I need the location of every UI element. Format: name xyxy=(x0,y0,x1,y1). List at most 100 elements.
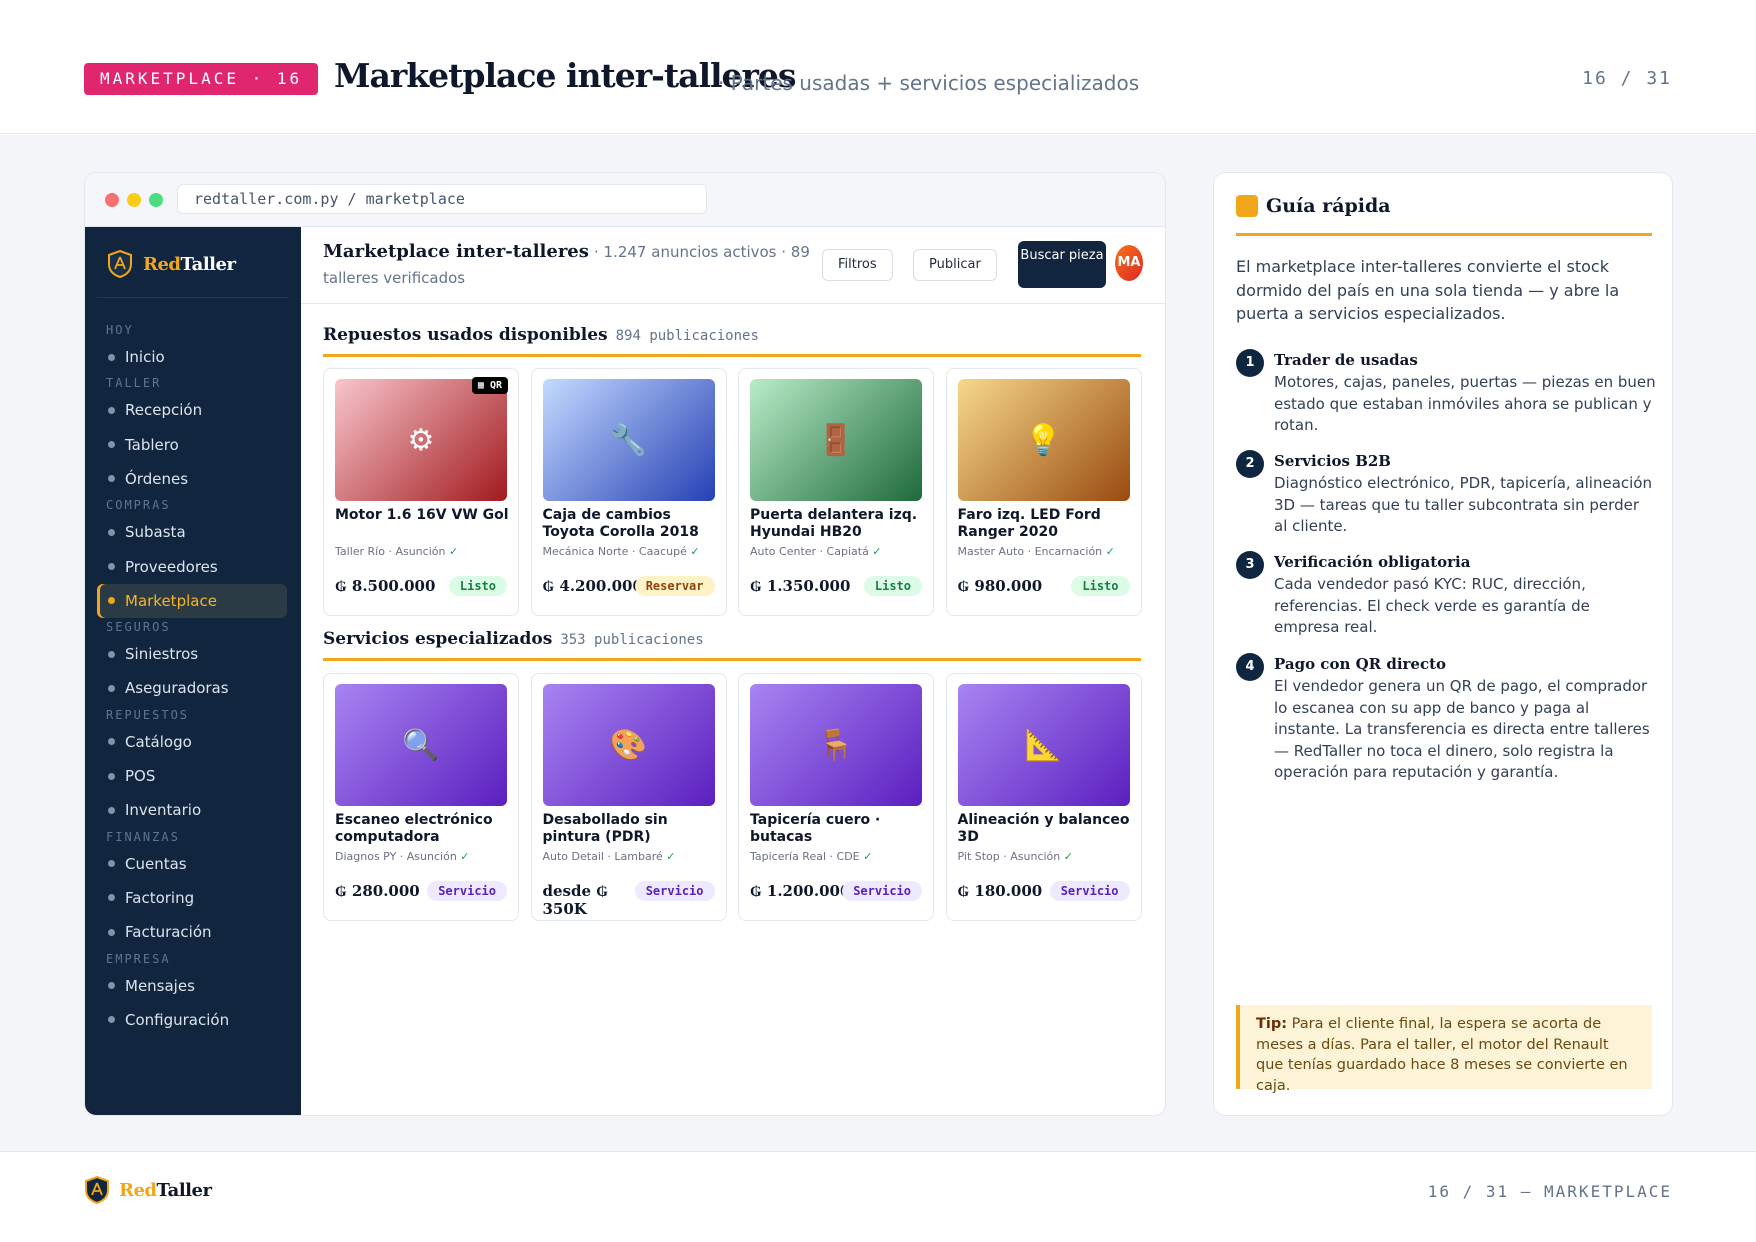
bullet-dot-icon xyxy=(108,738,115,746)
address-bar[interactable]: redtaller.com.py / marketplace xyxy=(177,184,707,214)
card-price: ₲ 980.000 xyxy=(957,577,1043,595)
sidebar-brand[interactable]: RedTaller xyxy=(107,249,236,279)
bullet-dot-icon xyxy=(108,441,115,449)
window-close-dot[interactable] xyxy=(105,193,119,207)
bullet-dot-icon xyxy=(108,806,115,814)
status-badge[interactable]: Servicio xyxy=(1049,881,1130,901)
card-image: 🔧 xyxy=(542,379,715,501)
part-card[interactable]: ⚙ ▦ QR Motor 1.6 16V VW Gol Taller Río · As… xyxy=(323,368,519,616)
step-body: El vendedor genera un QR de pago, el com… xyxy=(1274,677,1650,781)
card-image: 🚪 xyxy=(750,379,922,501)
filters-button[interactable]: Filtros xyxy=(822,249,893,281)
bullet-dot-icon xyxy=(108,982,115,989)
sidebar-section-label: HOY xyxy=(106,323,134,337)
sidebar-item-tablero[interactable]: Tablero xyxy=(97,428,287,462)
tip-label: Tip: xyxy=(1256,1016,1288,1032)
service-card[interactable]: 📐 Alineación y balanceo 3D Pit Stop · Asun… xyxy=(945,673,1142,921)
sidebar-item-configuracion[interactable]: Configuración xyxy=(97,1003,287,1037)
sidebar-item-label: POS xyxy=(125,767,156,785)
card-image: 🔍 xyxy=(335,684,507,806)
bullet-dot-icon xyxy=(108,684,115,692)
sidebar-item-facturacion[interactable]: Facturación xyxy=(97,915,287,949)
verified-check-icon: ✓ xyxy=(868,545,882,558)
used-parts-title: Repuestos usados disponibles xyxy=(323,325,608,345)
sidebar-item-mensajes[interactable]: Mensajes xyxy=(97,969,287,1003)
sidebar-item-label: Inventario xyxy=(125,801,202,820)
service-card[interactable]: 🔍 Escaneo electrónico computadora Diagnos … xyxy=(323,673,519,921)
window-maximize-dot[interactable] xyxy=(149,193,163,207)
part-card[interactable]: 🔧 Caja de cambios Toyota Corolla 2018 Mecá… xyxy=(530,368,727,616)
sidebar-item-marketplace[interactable]: Marketplace xyxy=(97,583,287,618)
sidebar-item-inventario[interactable]: Inventario xyxy=(97,793,287,827)
card-price: ₲ 280.000 xyxy=(335,882,420,900)
sidebar-item-proveedores[interactable]: Proveedores xyxy=(97,550,287,584)
sidebar-item-pos[interactable]: POS xyxy=(97,759,287,793)
bullet-dot-icon xyxy=(108,353,115,361)
guide-title: Guía rápida xyxy=(1266,195,1391,217)
card-title[interactable]: Faro izq. LED Ford Ranger 2020 xyxy=(958,507,1134,541)
sidebar-item-factoring[interactable]: Factoring xyxy=(97,881,287,915)
app-main: Marketplace inter-talleres · 1.247 anunc… xyxy=(301,227,1165,1115)
service-card[interactable]: 🪑 Tapicería cuero · butacas Tapicería Real… xyxy=(738,673,934,921)
window-minimize-dot[interactable] xyxy=(127,193,141,207)
step-title: Verificación obligatoria xyxy=(1274,553,1471,571)
status-badge[interactable]: Listo xyxy=(863,576,922,596)
sidebar-item-label: Recepción xyxy=(125,401,203,420)
card-seller: Auto Detail · Lambaré ✓ xyxy=(543,850,723,863)
qr-badge[interactable]: ▦ QR xyxy=(471,377,508,394)
step-title: Pago con QR directo xyxy=(1274,655,1447,673)
bullet-dot-icon xyxy=(108,597,115,605)
step-number: 4 xyxy=(1236,653,1264,681)
card-title[interactable]: Tapicería cuero · butacas xyxy=(750,812,926,846)
sidebar-item-label: Aseguradoras xyxy=(125,679,229,698)
divider xyxy=(97,297,289,298)
status-badge[interactable]: Listo xyxy=(448,576,507,596)
avatar[interactable]: MA xyxy=(1115,245,1143,281)
page-counter: 16 / 31 xyxy=(1582,68,1672,89)
shield-logo-icon xyxy=(108,250,132,278)
card-title[interactable]: Puerta delantera izq. Hyundai HB20 xyxy=(750,507,926,541)
card-title[interactable]: Motor 1.6 16V VW Gol xyxy=(335,507,511,524)
card-price: desde ₲ 350K xyxy=(542,882,608,918)
status-badge[interactable]: Listo xyxy=(1071,576,1130,596)
search-part-button[interactable]: Buscar pieza xyxy=(1018,241,1106,288)
card-seller: Pit Stop · Asunción ✓ xyxy=(958,850,1138,863)
sidebar-item-label: Factoring xyxy=(125,888,195,907)
sidebar-item-label: Mensajes xyxy=(125,976,195,995)
sidebar-item-siniestros[interactable]: Siniestros xyxy=(97,637,287,671)
card-image: 📐 xyxy=(957,684,1130,806)
sidebar-item-recepcion[interactable]: Recepción xyxy=(97,393,287,427)
card-image: ⚙ ▦ QR xyxy=(335,377,508,501)
status-badge[interactable]: Reservar xyxy=(634,576,715,596)
sidebar-item-inicio[interactable]: Inicio xyxy=(97,340,287,374)
service-card[interactable]: 🎨 Desabollado sin pintura (PDR) Auto Detai… xyxy=(530,673,727,921)
quick-guide-panel: Guía rápida El marketplace inter-tallere… xyxy=(1213,172,1673,1116)
status-badge[interactable]: Servicio xyxy=(634,881,715,901)
sidebar-item-label: Siniestros xyxy=(125,645,199,664)
status-badge[interactable]: Servicio xyxy=(427,881,507,901)
sidebar-item-aseguradoras[interactable]: Aseguradoras xyxy=(97,671,287,705)
guide-divider xyxy=(1236,233,1652,236)
sidebar-item-cuentas[interactable]: Cuentas xyxy=(97,847,287,881)
card-title[interactable]: Caja de cambios Toyota Corolla 2018 xyxy=(543,507,719,541)
card-seller: Tapicería Real · CDE ✓ xyxy=(750,850,930,863)
card-title[interactable]: Escaneo electrónico computadora xyxy=(335,812,511,846)
verified-check-icon: ✓ xyxy=(662,850,676,863)
card-title[interactable]: Alineación y balanceo 3D xyxy=(958,812,1134,846)
app-title-block: Marketplace inter-talleres · 1.247 anunc… xyxy=(323,239,823,291)
sidebar-item-label: Cuentas xyxy=(125,854,187,873)
bullet-dot-icon xyxy=(108,406,115,414)
part-card[interactable]: 💡 Faro izq. LED Ford Ranger 2020 Master Au… xyxy=(945,368,1142,616)
sidebar-item-ordenes[interactable]: Órdenes xyxy=(97,462,287,496)
card-image: 💡 xyxy=(957,379,1130,501)
sidebar-item-catalogo[interactable]: Catálogo xyxy=(97,725,287,759)
sidebar-item-label: Marketplace xyxy=(125,591,217,610)
publish-button[interactable]: Publicar xyxy=(913,249,997,281)
app-topbar: Marketplace inter-talleres · 1.247 anunc… xyxy=(301,227,1165,304)
card-title[interactable]: Desabollado sin pintura (PDR) xyxy=(543,812,719,846)
sidebar-item-subasta[interactable]: Subasta xyxy=(97,515,287,549)
sidebar-section-label: COMPRAS xyxy=(106,498,171,513)
part-card[interactable]: 🚪 Puerta delantera izq. Hyundai HB20 Auto … xyxy=(738,368,934,616)
seller-name: Auto Center · Capiatá xyxy=(750,545,869,558)
status-badge[interactable]: Servicio xyxy=(842,881,922,901)
